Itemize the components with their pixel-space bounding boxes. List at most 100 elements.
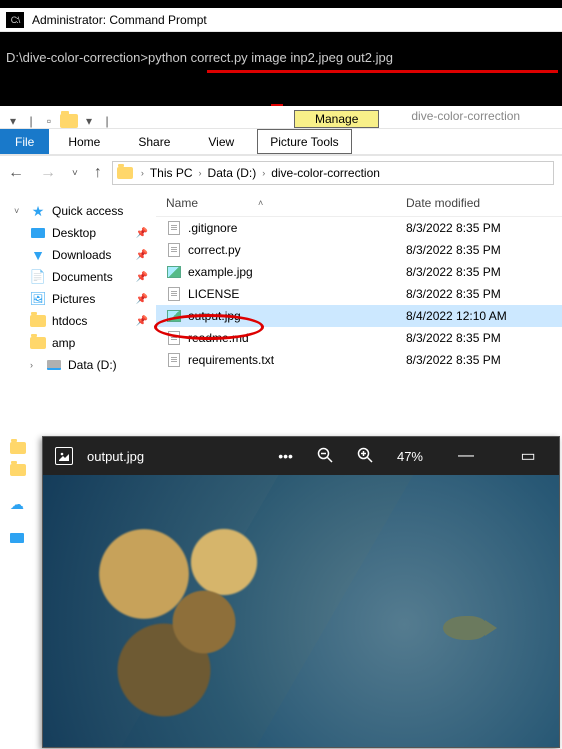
star-icon: ★ [30, 203, 46, 219]
file-date: 8/3/2022 8:35 PM [406, 243, 562, 257]
minimize-button[interactable]: — [447, 447, 485, 465]
desktop-icon [31, 228, 45, 238]
breadcrumb[interactable]: Data (D:) [206, 166, 259, 180]
cmd-title: Administrator: Command Prompt [32, 13, 207, 27]
pin-icon: 📌 [136, 316, 148, 327]
cmd-prompt-path: D:\dive-color-correction> [6, 50, 148, 65]
sort-indicator-icon: ˄ [258, 198, 263, 208]
image-file-icon [166, 264, 182, 280]
file-row[interactable]: correct.py 8/3/2022 8:35 PM [156, 239, 562, 261]
photo-viewport[interactable] [43, 475, 559, 747]
sidebar-peek: ☁ [10, 436, 42, 550]
file-row[interactable]: example.jpg8/3/2022 8:35 PM [156, 261, 562, 283]
sidebar-item-htdocs[interactable]: htdocs 📌 [28, 310, 152, 332]
file-row[interactable]: readme.md8/3/2022 8:35 PM [156, 327, 562, 349]
sidebar-item-pictures[interactable]: 🖼 Pictures 📌 [28, 288, 152, 310]
chevron-down-icon[interactable]: ˅ [14, 206, 24, 216]
text-file-icon [166, 352, 182, 368]
column-headers: Name ˄ Date modified [156, 190, 562, 217]
file-name: correct.py [188, 243, 241, 257]
file-row[interactable]: output.jpg8/4/2022 12:10 AM [156, 305, 562, 327]
breadcrumb[interactable]: This PC [148, 166, 195, 180]
qat-menu-icon[interactable]: ▾ [82, 114, 96, 128]
column-date[interactable]: Date modified [406, 196, 562, 210]
chevron-right-icon[interactable]: › [260, 168, 267, 178]
address-bar[interactable]: › This PC › Data (D:) › dive-color-corre… [112, 161, 554, 185]
sidebar-item-amp[interactable]: amp [28, 332, 152, 354]
explorer-qat: ▾ | ▫ ▾ | Manage dive-color-correction [0, 106, 562, 128]
context-tab-manage[interactable]: Manage [294, 110, 379, 128]
text-file-icon [166, 220, 182, 236]
file-date: 8/3/2022 8:35 PM [406, 353, 562, 367]
context-tab-label: Manage [315, 112, 358, 126]
zoom-level[interactable]: 47% [397, 449, 423, 464]
checkbox-icon[interactable]: ▫ [42, 114, 56, 128]
pin-icon: 📌 [136, 250, 148, 261]
image-file-icon [166, 308, 182, 324]
sidebar-label: Data (D:) [68, 358, 117, 372]
text-file-icon [166, 330, 182, 346]
folder-icon [10, 464, 26, 476]
file-date: 8/3/2022 8:35 PM [406, 221, 562, 235]
cmd-output-area[interactable]: D:\dive-color-correction>python correct.… [0, 32, 562, 106]
sidebar-label: htdocs [52, 314, 87, 328]
nav-down-icon[interactable]: ▾ [6, 114, 20, 128]
file-row[interactable]: requirements.txt8/3/2022 8:35 PM [156, 349, 562, 371]
sidebar-label: Documents [52, 270, 113, 284]
file-name: output.jpg [188, 309, 241, 323]
sidebar-item-desktop[interactable]: Desktop 📌 [28, 222, 152, 244]
folder-icon [10, 442, 26, 454]
text-file-icon [166, 242, 182, 258]
photos-app-icon [55, 447, 73, 465]
sidebar-item-data-d[interactable]: › Data (D:) [28, 354, 152, 376]
chevron-right-icon[interactable]: › [139, 168, 146, 178]
sidebar-item-documents[interactable]: 📄 Documents 📌 [28, 266, 152, 288]
file-name: LICENSE [188, 287, 239, 301]
image-content [443, 616, 487, 640]
tab-view[interactable]: View [189, 129, 253, 154]
folder-icon[interactable] [60, 114, 78, 128]
drive-icon [47, 360, 61, 370]
folder-icon [30, 337, 46, 349]
tab-home[interactable]: Home [49, 129, 119, 154]
photos-titlebar[interactable]: output.jpg ••• 47% — ▭ [43, 437, 559, 475]
file-name: example.jpg [188, 265, 253, 279]
file-date: 8/3/2022 8:35 PM [406, 287, 562, 301]
sidebar-item-downloads[interactable]: ▼ Downloads 📌 [28, 244, 152, 266]
downloads-icon: ▼ [30, 247, 46, 263]
pipe-icon: | [24, 114, 38, 128]
chevron-right-icon[interactable]: › [197, 168, 204, 178]
cmd-titlebar[interactable]: C:\ Administrator: Command Prompt [0, 0, 562, 32]
maximize-button[interactable]: ▭ [509, 446, 547, 466]
zoom-out-button[interactable] [317, 447, 333, 466]
nav-forward-button[interactable]: → [40, 164, 56, 182]
tab-share[interactable]: Share [119, 129, 189, 154]
chevron-right-icon[interactable]: › [30, 360, 40, 370]
nav-up-button[interactable]: ↑ [94, 164, 102, 182]
breadcrumb[interactable]: dive-color-correction [269, 166, 382, 180]
text-file-icon [166, 286, 182, 302]
photos-window: output.jpg ••• 47% — ▭ [42, 436, 560, 748]
more-menu-button[interactable]: ••• [278, 448, 293, 464]
onedrive-icon: ☁ [10, 496, 24, 513]
zoom-in-button[interactable] [357, 447, 373, 466]
pin-icon: 📌 [136, 272, 148, 283]
sidebar-quick-access[interactable]: ˅ ★ Quick access [12, 200, 152, 222]
file-name: readme.md [188, 331, 249, 345]
window-folder-label: dive-color-correction [411, 109, 520, 125]
nav-back-button[interactable]: ← [8, 164, 24, 182]
nav-history-button[interactable]: ˅ [72, 168, 78, 179]
tab-file[interactable]: File [0, 129, 49, 154]
file-row[interactable]: .gitignore8/3/2022 8:35 PM [156, 217, 562, 239]
sidebar-label: Pictures [52, 292, 95, 306]
pipe-icon: | [100, 114, 114, 128]
sidebar-label: Quick access [52, 204, 123, 218]
column-name[interactable]: Name [166, 196, 198, 210]
sidebar-label: amp [52, 336, 75, 350]
cmd-icon: C:\ [6, 12, 24, 28]
file-row[interactable]: LICENSE 8/3/2022 8:35 PM [156, 283, 562, 305]
this-pc-icon [10, 533, 24, 543]
pin-icon: 📌 [136, 228, 148, 239]
tab-picture-tools[interactable]: Picture Tools [257, 129, 351, 154]
pictures-icon: 🖼 [30, 291, 46, 307]
